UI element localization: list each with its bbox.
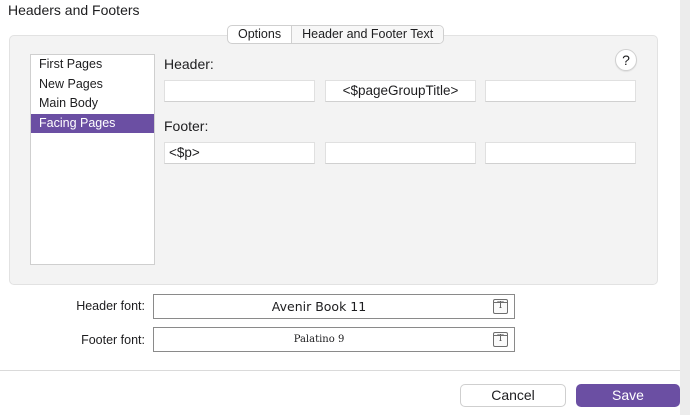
header-font-picker[interactable]: Avenir Book 11 T [153, 294, 515, 319]
help-button[interactable]: ? [615, 49, 637, 71]
font-picker-icon[interactable]: T [493, 299, 508, 314]
section-item-facing-pages[interactable]: Facing Pages [31, 113, 154, 133]
save-button[interactable]: Save [576, 384, 680, 407]
tab-bar: Options Header and Footer Text [227, 25, 445, 44]
footer-font-picker[interactable]: Palatino 9 T [153, 327, 515, 352]
footer-divider [0, 370, 680, 371]
footer-center-field[interactable] [325, 142, 476, 164]
tab-header-footer-text[interactable]: Header and Footer Text [291, 26, 444, 43]
dialog-title: Headers and Footers [8, 2, 140, 18]
section-item-main-body[interactable]: Main Body [31, 94, 154, 114]
headers-footers-dialog: Headers and Footers Options Header and F… [0, 0, 680, 415]
header-right-field[interactable] [485, 80, 636, 102]
footer-left-field[interactable]: <$p> [164, 142, 315, 164]
tab-options[interactable]: Options [228, 26, 291, 43]
header-font-label: Header font: [76, 299, 145, 313]
footer-font-label: Footer font: [81, 333, 145, 347]
footer-font-value: Palatino 9 [293, 334, 345, 345]
section-list: First Pages New Pages Main Body Facing P… [30, 54, 155, 265]
header-left-field[interactable] [164, 80, 315, 102]
header-center-field[interactable]: <$pageGroupTitle> [325, 80, 476, 102]
section-item-first-pages[interactable]: First Pages [31, 55, 154, 75]
cancel-button[interactable]: Cancel [460, 384, 566, 407]
section-item-new-pages[interactable]: New Pages [31, 75, 154, 95]
footer-right-field[interactable] [485, 142, 636, 164]
header-label: Header: [164, 56, 214, 72]
footer-label: Footer: [164, 118, 209, 134]
header-font-value: Avenir Book 11 [271, 299, 367, 314]
font-picker-icon[interactable]: T [493, 332, 508, 347]
window-edge [680, 0, 690, 415]
